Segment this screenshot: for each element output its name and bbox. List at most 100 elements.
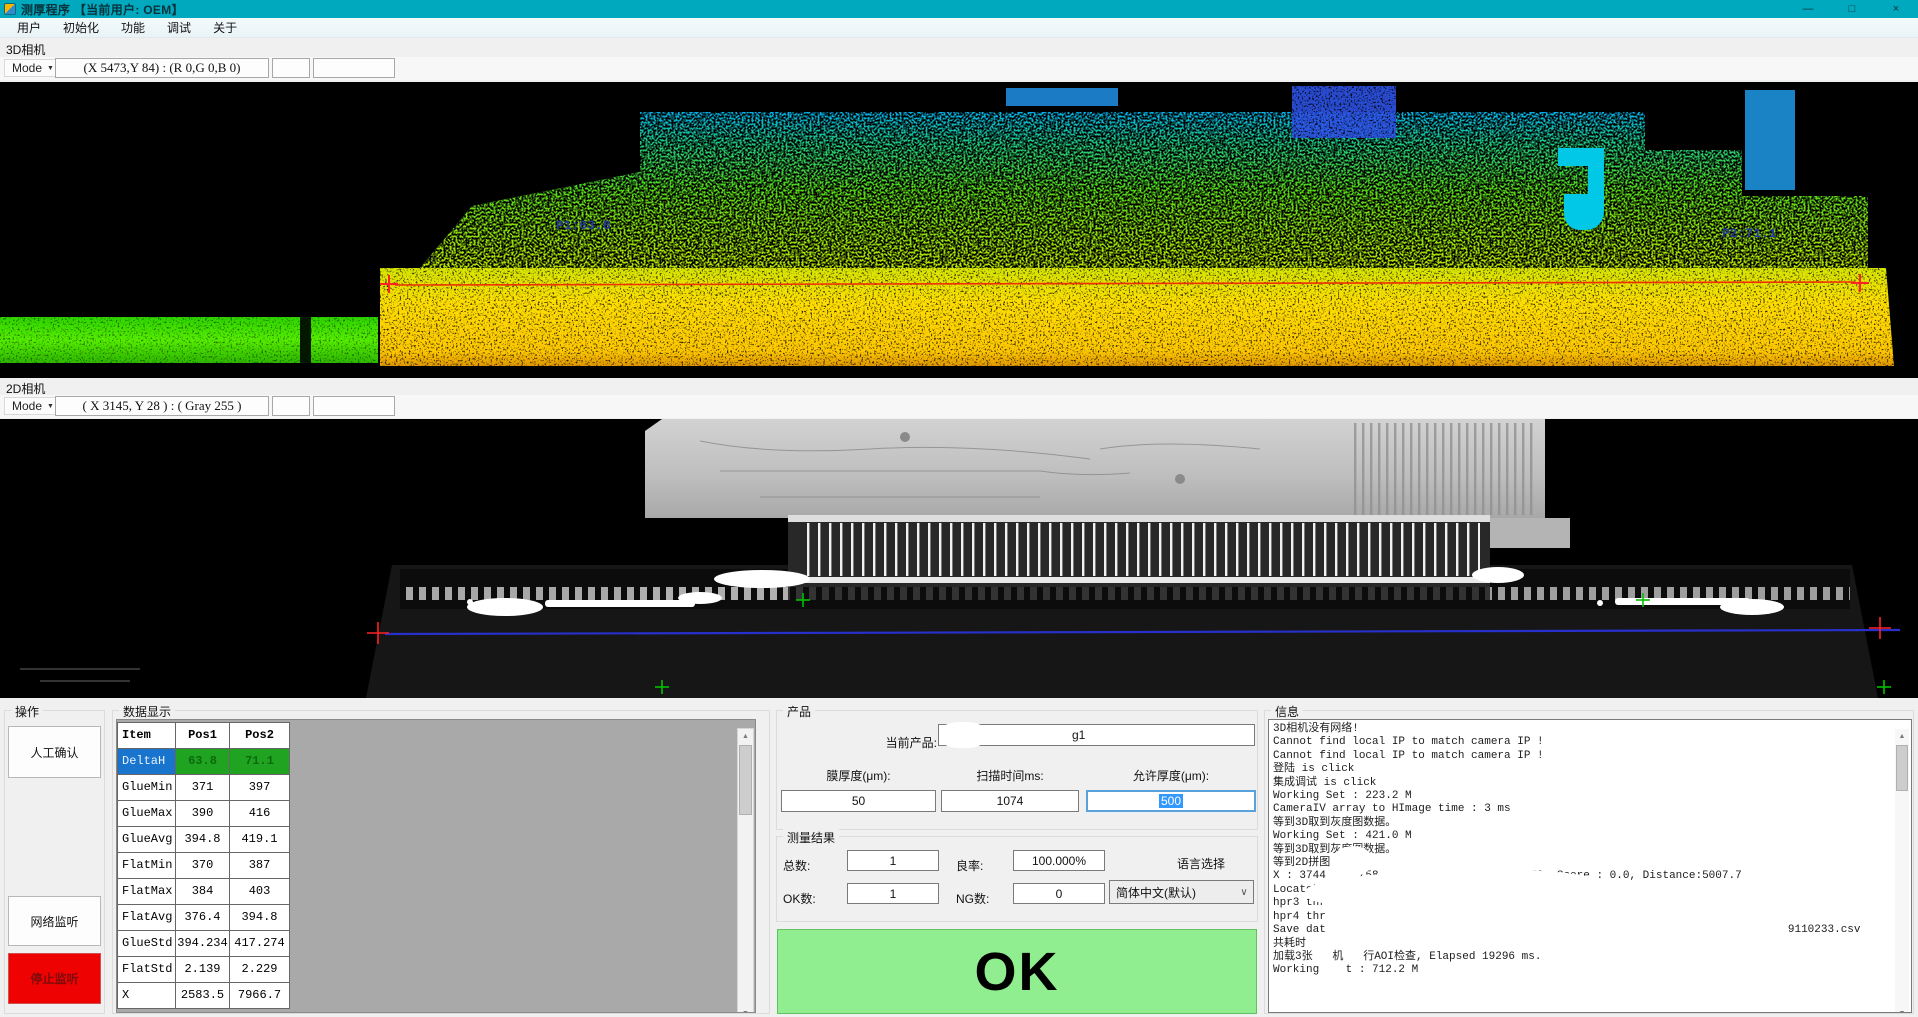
log-scrollbar[interactable]: ▲ ▼ [1895,729,1909,1013]
log-line: 等到3D取到灰度图数据。 [1273,817,1911,830]
measurement-result-group-title: 测量结果 [783,829,839,846]
scan-time-input[interactable]: 1074 [941,790,1079,812]
selected-text: 500 [1159,794,1183,808]
minimize-button[interactable]: — [1786,0,1830,18]
log-line: Cannot find local IP to match camera IP … [1273,750,1911,763]
ok-count-label: OK数: [783,890,816,907]
language-select[interactable]: 简体中文(默认) ∨ [1109,880,1254,904]
network-listen-button[interactable]: 网络监听 [8,896,101,946]
app-icon [4,3,16,15]
language-select-label: 语言选择 [1146,855,1256,872]
col-header-item: Item [118,723,176,749]
measurement-table-area: Item Pos1 Pos2 DeltaH 63.8 71.1 GlueMin … [116,719,756,1013]
ng-count-input[interactable]: 0 [1013,883,1105,904]
menubar: 用户 初始化 功能 调试 关于 [0,18,1918,38]
ng-count-label: NG数: [956,890,989,907]
dropdown-caret-icon: ▼ [47,65,54,72]
allowed-thickness-input[interactable]: 500 [1086,790,1256,812]
data-display-group: 数据显示 Item Pos1 Pos2 DeltaH 63.8 71.1 Glu… [112,710,770,1014]
dropdown-caret-icon: ▼ [47,403,54,410]
data-display-group-title: 数据显示 [119,703,175,720]
log-line: Working Set : 421.0 M [1273,830,1911,843]
operation-group-title: 操作 [11,703,43,720]
table-row-flatavg[interactable]: FlatAvg 376.4 394.8 [118,905,290,931]
camera2d-pixel-readout: ( X 3145, Y 28 ) : ( Gray 255 ) [55,396,269,416]
scrollbar-thumb[interactable] [1896,745,1908,791]
camera2d-mode-dropdown[interactable]: Mode ▼ [4,397,62,415]
product-group: 产品 当前产品: g1 膜厚度(μm): 扫描时间ms: 允许厚度(μm): 5… [776,710,1258,830]
camera2d-status-panel-empty1 [272,396,310,416]
col-header-pos1: Pos1 [176,723,230,749]
scan-time-label: 扫描时间ms: [941,767,1079,784]
menu-item-function[interactable]: 功能 [110,17,156,38]
scroll-down-icon[interactable]: ▼ [738,1006,753,1013]
menu-item-debug[interactable]: 调试 [156,17,202,38]
log-line: 共耗时 [1273,938,1911,951]
ok-count-input[interactable]: 1 [847,883,939,904]
grayscale-2d-image [0,419,1918,698]
log-line: Working t : 712.2 M [1273,964,1911,977]
menu-item-about[interactable]: 关于 [202,17,248,38]
window-title: 测厚程序 【当前用户: OEM】 [21,1,184,18]
camera3d-mode-dropdown[interactable]: Mode ▼ [4,59,62,77]
table-row-deltah[interactable]: DeltaH 63.8 71.1 [118,749,290,775]
table-row-flatmax[interactable]: FlatMax 384 403 [118,879,290,905]
table-row-gluestd[interactable]: GlueStd 394.234 417.274 [118,931,290,957]
language-select-value: 简体中文(默认) [1110,884,1235,901]
camera2d-status-panel-empty2 [313,396,395,416]
camera3d-status-panel-empty1 [272,58,310,78]
log-line: Save dat 9110233.csv [1273,924,1911,937]
redaction-blob [940,722,986,748]
camera2d-toolbar: Mode ▼ ( X 3145, Y 28 ) : ( Gray 255 ) [0,395,1918,418]
camera3d-pixel-readout: (X 5473,Y 84) : (R 0,G 0,B 0) [55,58,269,78]
camera2d-grayscale-view[interactable] [0,419,1918,698]
film-thickness-input[interactable]: 50 [781,790,936,812]
product-group-title: 产品 [783,703,815,720]
maximize-button[interactable]: □ [1830,0,1874,18]
app-window: 测厚程序 【当前用户: OEM】 — □ × 用户 初始化 功能 调试 关于 3… [0,0,1918,1017]
window-controls: — □ × [1786,0,1918,18]
log-line: CameraIV array to HImage time : 3 ms [1273,803,1911,816]
table-row-flatmin[interactable]: FlatMin 370 387 [118,853,290,879]
camera3d-status-panel-empty2 [313,58,395,78]
manual-confirm-button[interactable]: 人工确认 [8,726,101,778]
log-line: 登陆 is click [1273,763,1911,776]
allowed-thickness-label: 允许厚度(μm): [1086,767,1256,784]
table-row-gluemin[interactable]: GlueMin 371 397 [118,775,290,801]
table-row-x[interactable]: X 2583.5 7966.7 [118,983,290,1009]
table-row-gluemax[interactable]: GlueMax 390 416 [118,801,290,827]
operation-group: 操作 人工确认 网络监听 停止监听 [4,710,105,1014]
mode-label: Mode [12,61,42,75]
table-header-row: Item Pos1 Pos2 [118,723,290,749]
measurement-table: Item Pos1 Pos2 DeltaH 63.8 71.1 GlueMin … [117,722,290,1009]
yield-label: 良率: [956,857,983,874]
col-header-pos2: Pos2 [230,723,290,749]
current-product-label: 当前产品: [865,734,937,751]
film-thickness-label: 膜厚度(μm): [781,767,936,784]
camera3d-toolbar: Mode ▼ (X 5473,Y 84) : (R 0,G 0,B 0) [0,57,1918,80]
close-button[interactable]: × [1874,0,1918,18]
stop-listen-button[interactable]: 停止监听 [8,953,101,1004]
total-count-input[interactable]: 1 [847,850,939,871]
log-line: 集成调试 is click [1273,777,1911,790]
info-group-title: 信息 [1271,703,1303,720]
camera3d-label: 3D相机 [6,41,45,58]
result-status-text: OK [975,941,1060,1003]
menu-item-init[interactable]: 初始化 [52,17,110,38]
log-textarea[interactable]: 3D相机没有网络! Cannot find local IP to match … [1268,719,1912,1013]
scroll-up-icon[interactable]: ▲ [1895,729,1909,744]
yield-input[interactable]: 100.000% [1013,850,1105,871]
table-scrollbar[interactable]: ▲ ▼ [737,728,754,1013]
table-row-flatstd[interactable]: FlatStd 2.139 2.229 [118,957,290,983]
menu-item-user[interactable]: 用户 [6,17,52,38]
info-group: 信息 3D相机没有网络! Cannot find local IP to mat… [1264,710,1914,1014]
combo-caret-icon: ∨ [1235,887,1253,898]
measurement-result-group: 测量结果 总数: 1 良率: 100.000% 语言选择 OK数: 1 NG数:… [776,836,1258,922]
scroll-up-icon[interactable]: ▲ [738,729,753,744]
camera3d-heightmap-view[interactable]: P1:63.8 P2:71.1 [0,82,1918,378]
scrollbar-thumb[interactable] [739,745,752,815]
p2-measurement-label: P2:71.1 [1722,226,1777,241]
titlebar: 测厚程序 【当前用户: OEM】 — □ × [0,0,1918,18]
scroll-down-icon[interactable]: ▼ [1895,1006,1909,1013]
table-row-glueavg[interactable]: GlueAvg 394.8 419.1 [118,827,290,853]
